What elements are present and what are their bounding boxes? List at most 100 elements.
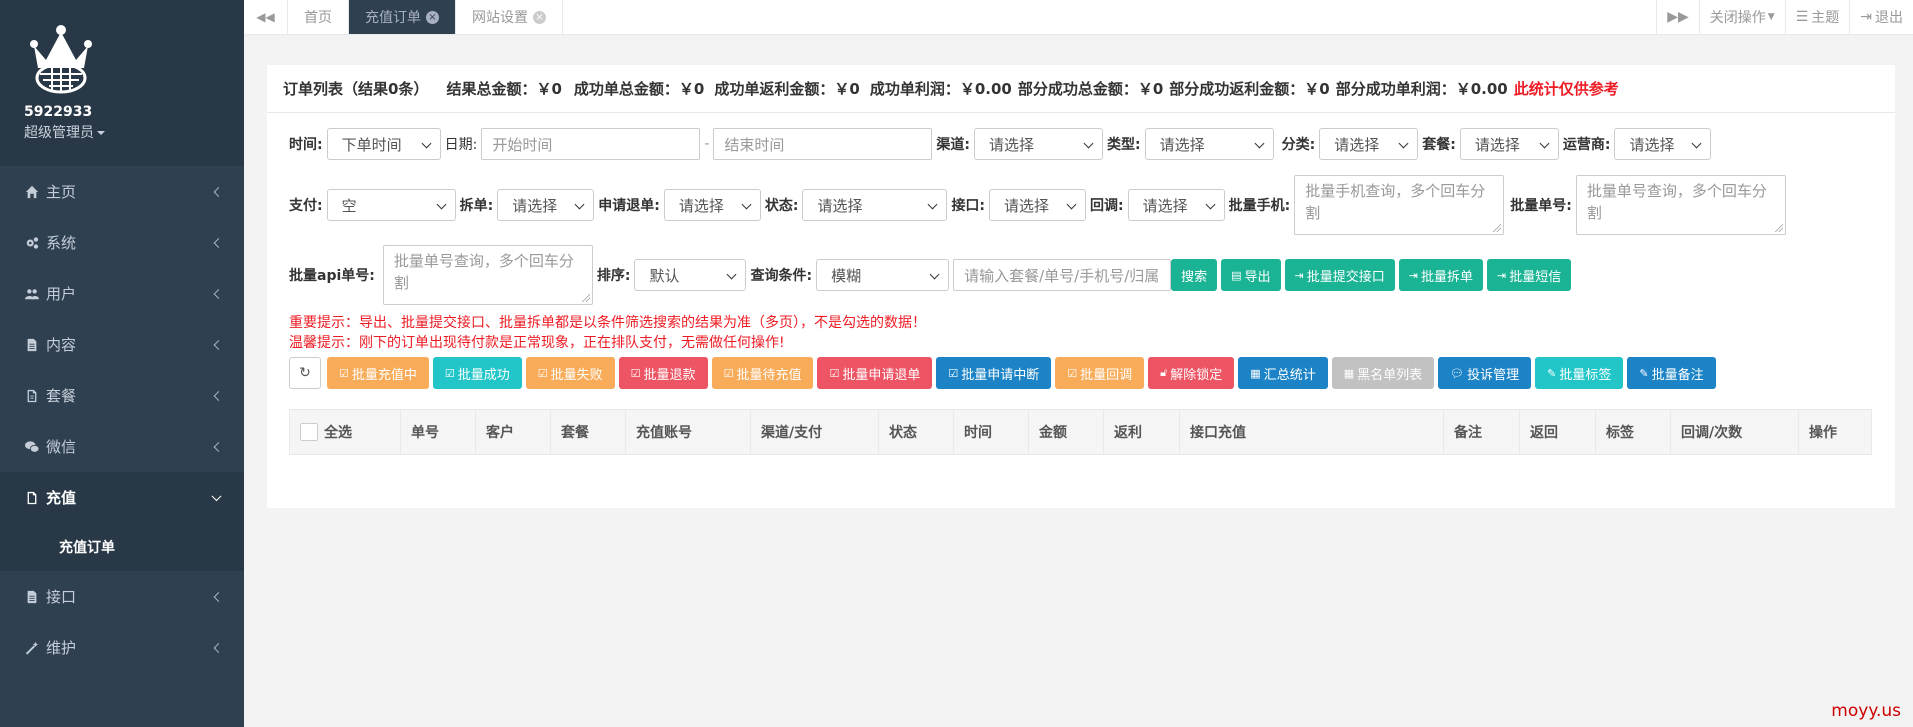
refund-select[interactable]: 请选择: [663, 189, 761, 221]
sidebar-item-label: 充值: [46, 489, 77, 507]
callback-select[interactable]: 请选择: [1127, 189, 1225, 221]
batch-request-interrupt-button[interactable]: ☑ 批量申请中断: [936, 357, 1052, 389]
file-outline-icon: [24, 490, 40, 506]
sidebar-item-label: 用户: [46, 285, 77, 303]
channel-label: 渠道:: [936, 137, 970, 153]
package-select-value: 请选择: [1474, 135, 1520, 154]
logo-icon: [30, 25, 92, 94]
check-square-icon: ☑: [537, 366, 548, 380]
scroll-tabs-right-button[interactable]: ▶▶: [1656, 0, 1699, 34]
split-select[interactable]: 请选择: [497, 189, 595, 221]
operator-select[interactable]: 请选择: [1614, 128, 1712, 160]
start-time-input[interactable]: 开始时间: [481, 128, 701, 160]
close-operations-dropdown[interactable]: 关闭操作 ▼: [1698, 0, 1785, 34]
end-time-input[interactable]: 结束时间: [713, 128, 933, 160]
batch-recharging-button[interactable]: ☑ 批量充值中: [327, 357, 429, 389]
unlock-button[interactable]: 🔓︎ 解除锁定: [1148, 357, 1235, 389]
sidebar-item-label: 内容: [46, 336, 77, 354]
batch-api-label: 批量api单号:: [289, 268, 375, 284]
sidebar-item-package[interactable]: 套餐: [0, 370, 244, 421]
sidebar-item-maintenance[interactable]: 维护: [0, 622, 244, 673]
date-label: 日期:: [444, 137, 478, 153]
pay-select[interactable]: 空: [326, 189, 456, 221]
partial-total: 部分成功总金额：￥0: [1017, 80, 1164, 98]
batch-request-refund-button[interactable]: ☑ 批量申请退单: [817, 357, 933, 389]
sidebar-item-wechat[interactable]: 微信: [0, 421, 244, 472]
col-remark: 备注: [1444, 410, 1520, 454]
batch-split-button[interactable]: ⇥ 批量拆单: [1398, 259, 1483, 291]
check-square-icon: ☑: [630, 366, 641, 380]
api-select[interactable]: 请选择: [989, 189, 1087, 221]
logout-button[interactable]: ⇥ 退出: [1849, 0, 1913, 34]
blacklist-button[interactable]: ▦ 黑名单列表: [1331, 357, 1435, 389]
batch-api-textarea[interactable]: 批量单号查询，多个回车分割: [382, 245, 593, 305]
batch-phone-textarea[interactable]: 批量手机查询，多个回车分割: [1294, 175, 1505, 235]
tab-recharge-orders[interactable]: 充值订单 ×: [349, 0, 456, 34]
batch-pending-recharge-button[interactable]: ☑ 批量待充值: [711, 357, 814, 389]
check-square-icon: ☑: [1067, 366, 1078, 380]
status-select[interactable]: 请选择: [802, 189, 948, 221]
col-account: 充值账号: [626, 410, 751, 454]
batch-order-textarea[interactable]: 批量单号查询，多个回车分割: [1575, 175, 1786, 235]
tab-label: 首页: [304, 10, 332, 26]
sidebar-item-content[interactable]: 内容: [0, 319, 244, 370]
query-condition-select[interactable]: 模糊: [816, 259, 950, 291]
home-icon: [24, 184, 40, 200]
refresh-button[interactable]: ↻: [289, 357, 321, 389]
wechat-icon: [24, 439, 40, 455]
batch-callback-button[interactable]: ☑ 批量回调: [1055, 357, 1145, 389]
tab-site-settings[interactable]: 网站设置 ×: [456, 0, 563, 34]
col-select-all[interactable]: 全选: [290, 410, 401, 454]
scroll-tabs-left-button[interactable]: ◀◀: [244, 0, 288, 34]
batch-tag-button[interactable]: ✎ 批量标签: [1535, 357, 1624, 389]
status-label: 状态:: [764, 198, 799, 214]
search-button[interactable]: 搜索: [1171, 259, 1218, 291]
select-all-checkbox[interactable]: [300, 423, 318, 441]
col-label: 接口充值: [1190, 425, 1246, 441]
sidebar-item-recharge[interactable]: 充值: [0, 472, 244, 523]
close-icon[interactable]: ×: [426, 10, 439, 24]
edit-icon: ✎: [1547, 366, 1557, 380]
api-label: 接口:: [951, 198, 986, 214]
type-select[interactable]: 请选择: [1144, 128, 1274, 160]
complaint-management-button[interactable]: 💬︎ 投诉管理: [1438, 357, 1532, 389]
batch-success-button[interactable]: ☑ 批量成功: [432, 357, 522, 389]
sidebar-item-home[interactable]: 主页: [0, 166, 244, 217]
filter-row-2: 支付: 空 拆单: 请选择 申请退单: 请选择 状态: 请选择 接口: 请选择 …: [289, 175, 1895, 235]
col-label: 套餐: [561, 425, 589, 441]
category-select[interactable]: 请选择: [1319, 128, 1419, 160]
calculator-icon: ▦: [1343, 366, 1355, 380]
sidebar-item-api[interactable]: 接口: [0, 571, 244, 622]
keyword-input[interactable]: 请输入套餐/单号/手机号/归属: [953, 259, 1172, 291]
col-label: 备注: [1454, 425, 1482, 441]
col-label: 充值账号: [636, 425, 692, 441]
partial-profit: 部分成功单利润：￥0.00: [1335, 80, 1508, 98]
col-label: 单号: [411, 425, 439, 441]
sidebar-subitem-recharge-orders[interactable]: 充值订单: [0, 523, 244, 571]
tab-home[interactable]: 首页: [288, 0, 349, 34]
callback-select-value: 请选择: [1142, 196, 1188, 215]
split-select-value: 请选择: [512, 196, 558, 215]
theme-button[interactable]: ☰ 主题: [1784, 0, 1850, 34]
sidebar-item-system[interactable]: 系统: [0, 217, 244, 268]
start-time-placeholder: 开始时间: [492, 135, 553, 154]
sidebar-item-users[interactable]: 用户: [0, 268, 244, 319]
check-square-icon: ☑: [444, 366, 455, 380]
sort-select[interactable]: 默认: [634, 259, 747, 291]
chevron-left-icon: [213, 288, 224, 299]
time-select[interactable]: 下单时间: [326, 128, 441, 160]
batch-fail-button[interactable]: ☑ 批量失败: [525, 357, 615, 389]
batch-sms-button[interactable]: ⇥ 批量短信: [1487, 259, 1572, 291]
batch-refund-button[interactable]: ☑ 批量退款: [618, 357, 708, 389]
batch-submit-api-button[interactable]: ⇥ 批量提交接口: [1284, 259, 1395, 291]
package-select[interactable]: 请选择: [1459, 128, 1559, 160]
batch-remark-button[interactable]: ✎ 批量备注: [1627, 357, 1716, 389]
chevron-down-icon: [211, 490, 222, 501]
channel-select[interactable]: 请选择: [974, 128, 1103, 160]
profile-area: 5922933 超级管理员: [0, 0, 244, 166]
export-button[interactable]: ▤ 导出: [1221, 259, 1281, 291]
summary-stats-button[interactable]: ▦ 汇总统计: [1238, 357, 1328, 389]
user-role-dropdown[interactable]: 超级管理员: [24, 122, 244, 142]
tab-label: 充值订单: [365, 10, 421, 26]
close-icon[interactable]: ×: [533, 10, 546, 24]
